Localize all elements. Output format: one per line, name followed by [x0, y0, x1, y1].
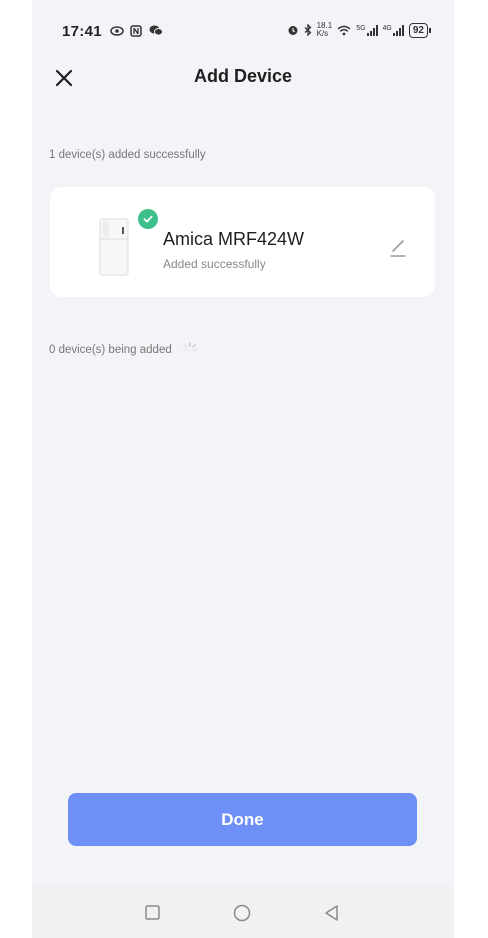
device-card: Amica MRF424W Added successfully	[50, 187, 435, 297]
bluetooth-icon	[304, 24, 312, 36]
eye-icon	[110, 26, 124, 36]
loading-spinner-icon	[182, 342, 198, 351]
pencil-icon	[390, 240, 406, 257]
back-triangle-icon[interactable]	[321, 902, 343, 924]
net-speed: 18.1 K/s	[316, 21, 333, 38]
edit-name-button[interactable]	[383, 233, 411, 261]
signal-5g-icon: 5G	[356, 24, 378, 36]
recents-square-icon[interactable]	[142, 902, 164, 924]
fridge-icon	[99, 218, 129, 276]
home-circle-icon[interactable]	[231, 902, 253, 924]
alarm-icon	[288, 26, 298, 35]
header: Add Device	[32, 58, 454, 98]
done-button[interactable]: Done	[68, 793, 417, 846]
status-time: 17:41	[62, 23, 102, 40]
signal-4g-icon: 4G	[383, 24, 404, 36]
wifi-icon	[337, 25, 351, 35]
adding-count-row: 0 device(s) being added	[49, 341, 199, 359]
added-count-label: 1 device(s) added successfully	[49, 149, 206, 161]
wechat-icon	[149, 25, 163, 36]
battery-indicator: 92	[408, 22, 432, 38]
navigation-bar	[32, 886, 454, 938]
success-badge	[138, 209, 158, 229]
check-icon	[143, 215, 153, 223]
device-status: Added successfully	[163, 257, 266, 271]
phone-screen: 17:41 18.1 K/s 5G 4G 92 Add Device 1 dev…	[32, 0, 454, 938]
nfc-icon	[130, 25, 143, 37]
status-left-icons	[110, 23, 163, 37]
page-title: Add Device	[193, 66, 293, 86]
status-right-icons: 18.1 K/s 5G 4G 92	[287, 21, 432, 38]
device-name: Amica MRF424W	[163, 229, 305, 249]
adding-count-label: 0 device(s) being added	[49, 344, 172, 357]
